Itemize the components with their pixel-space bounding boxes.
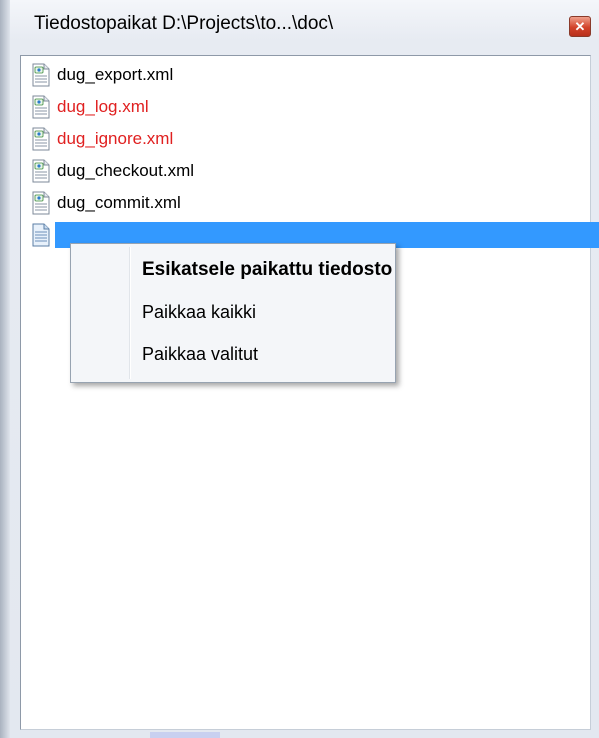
file-list[interactable]: dug_export.xml dug_log.xml dug_ignore.xm…: [20, 55, 599, 730]
taskbar-fragment: [150, 732, 220, 738]
file-row[interactable]: dug_log.xml: [29, 94, 589, 120]
file-name: dug_commit.xml: [57, 193, 181, 212]
context-menu: Esikatsele paikattu tiedosto Paikkaa kai…: [70, 243, 396, 383]
menu-gutter-divider: [129, 247, 131, 379]
file-row[interactable]: dug_checkout.xml: [29, 158, 589, 184]
text-file-icon: [32, 223, 50, 247]
xml-file-icon: [32, 63, 50, 87]
file-name: dug_checkout.xml: [57, 161, 195, 180]
file-name: dug_export.xml: [57, 65, 174, 84]
window-left-edge: [0, 0, 10, 738]
file-row[interactable]: dug_commit.xml: [29, 190, 589, 216]
xml-file-icon: [32, 95, 50, 119]
xml-file-icon: [32, 191, 50, 215]
menu-item-patch-all[interactable]: Paikkaa kaikki: [142, 302, 256, 323]
xml-file-icon: [32, 159, 50, 183]
menu-item-preview-patched-file[interactable]: Esikatsele paikattu tiedosto: [142, 259, 392, 281]
xml-file-icon: [32, 127, 50, 151]
patch-window: Tiedostopaikat D:\Projects\to...\doc\ ✕ …: [0, 0, 599, 738]
window-title: Tiedostopaikat D:\Projects\to...\doc\: [34, 13, 334, 34]
file-name: dug_ignore.xml: [57, 129, 174, 148]
file-name: dug_log.xml: [57, 97, 149, 116]
titlebar[interactable]: Tiedostopaikat D:\Projects\to...\doc\ ✕: [10, 0, 599, 48]
close-button[interactable]: ✕: [569, 16, 591, 37]
menu-item-patch-selected[interactable]: Paikkaa valitut: [142, 344, 258, 365]
file-row[interactable]: dug_ignore.xml: [29, 126, 589, 152]
file-row[interactable]: dug_export.xml: [29, 62, 589, 88]
close-icon: ✕: [574, 19, 586, 34]
